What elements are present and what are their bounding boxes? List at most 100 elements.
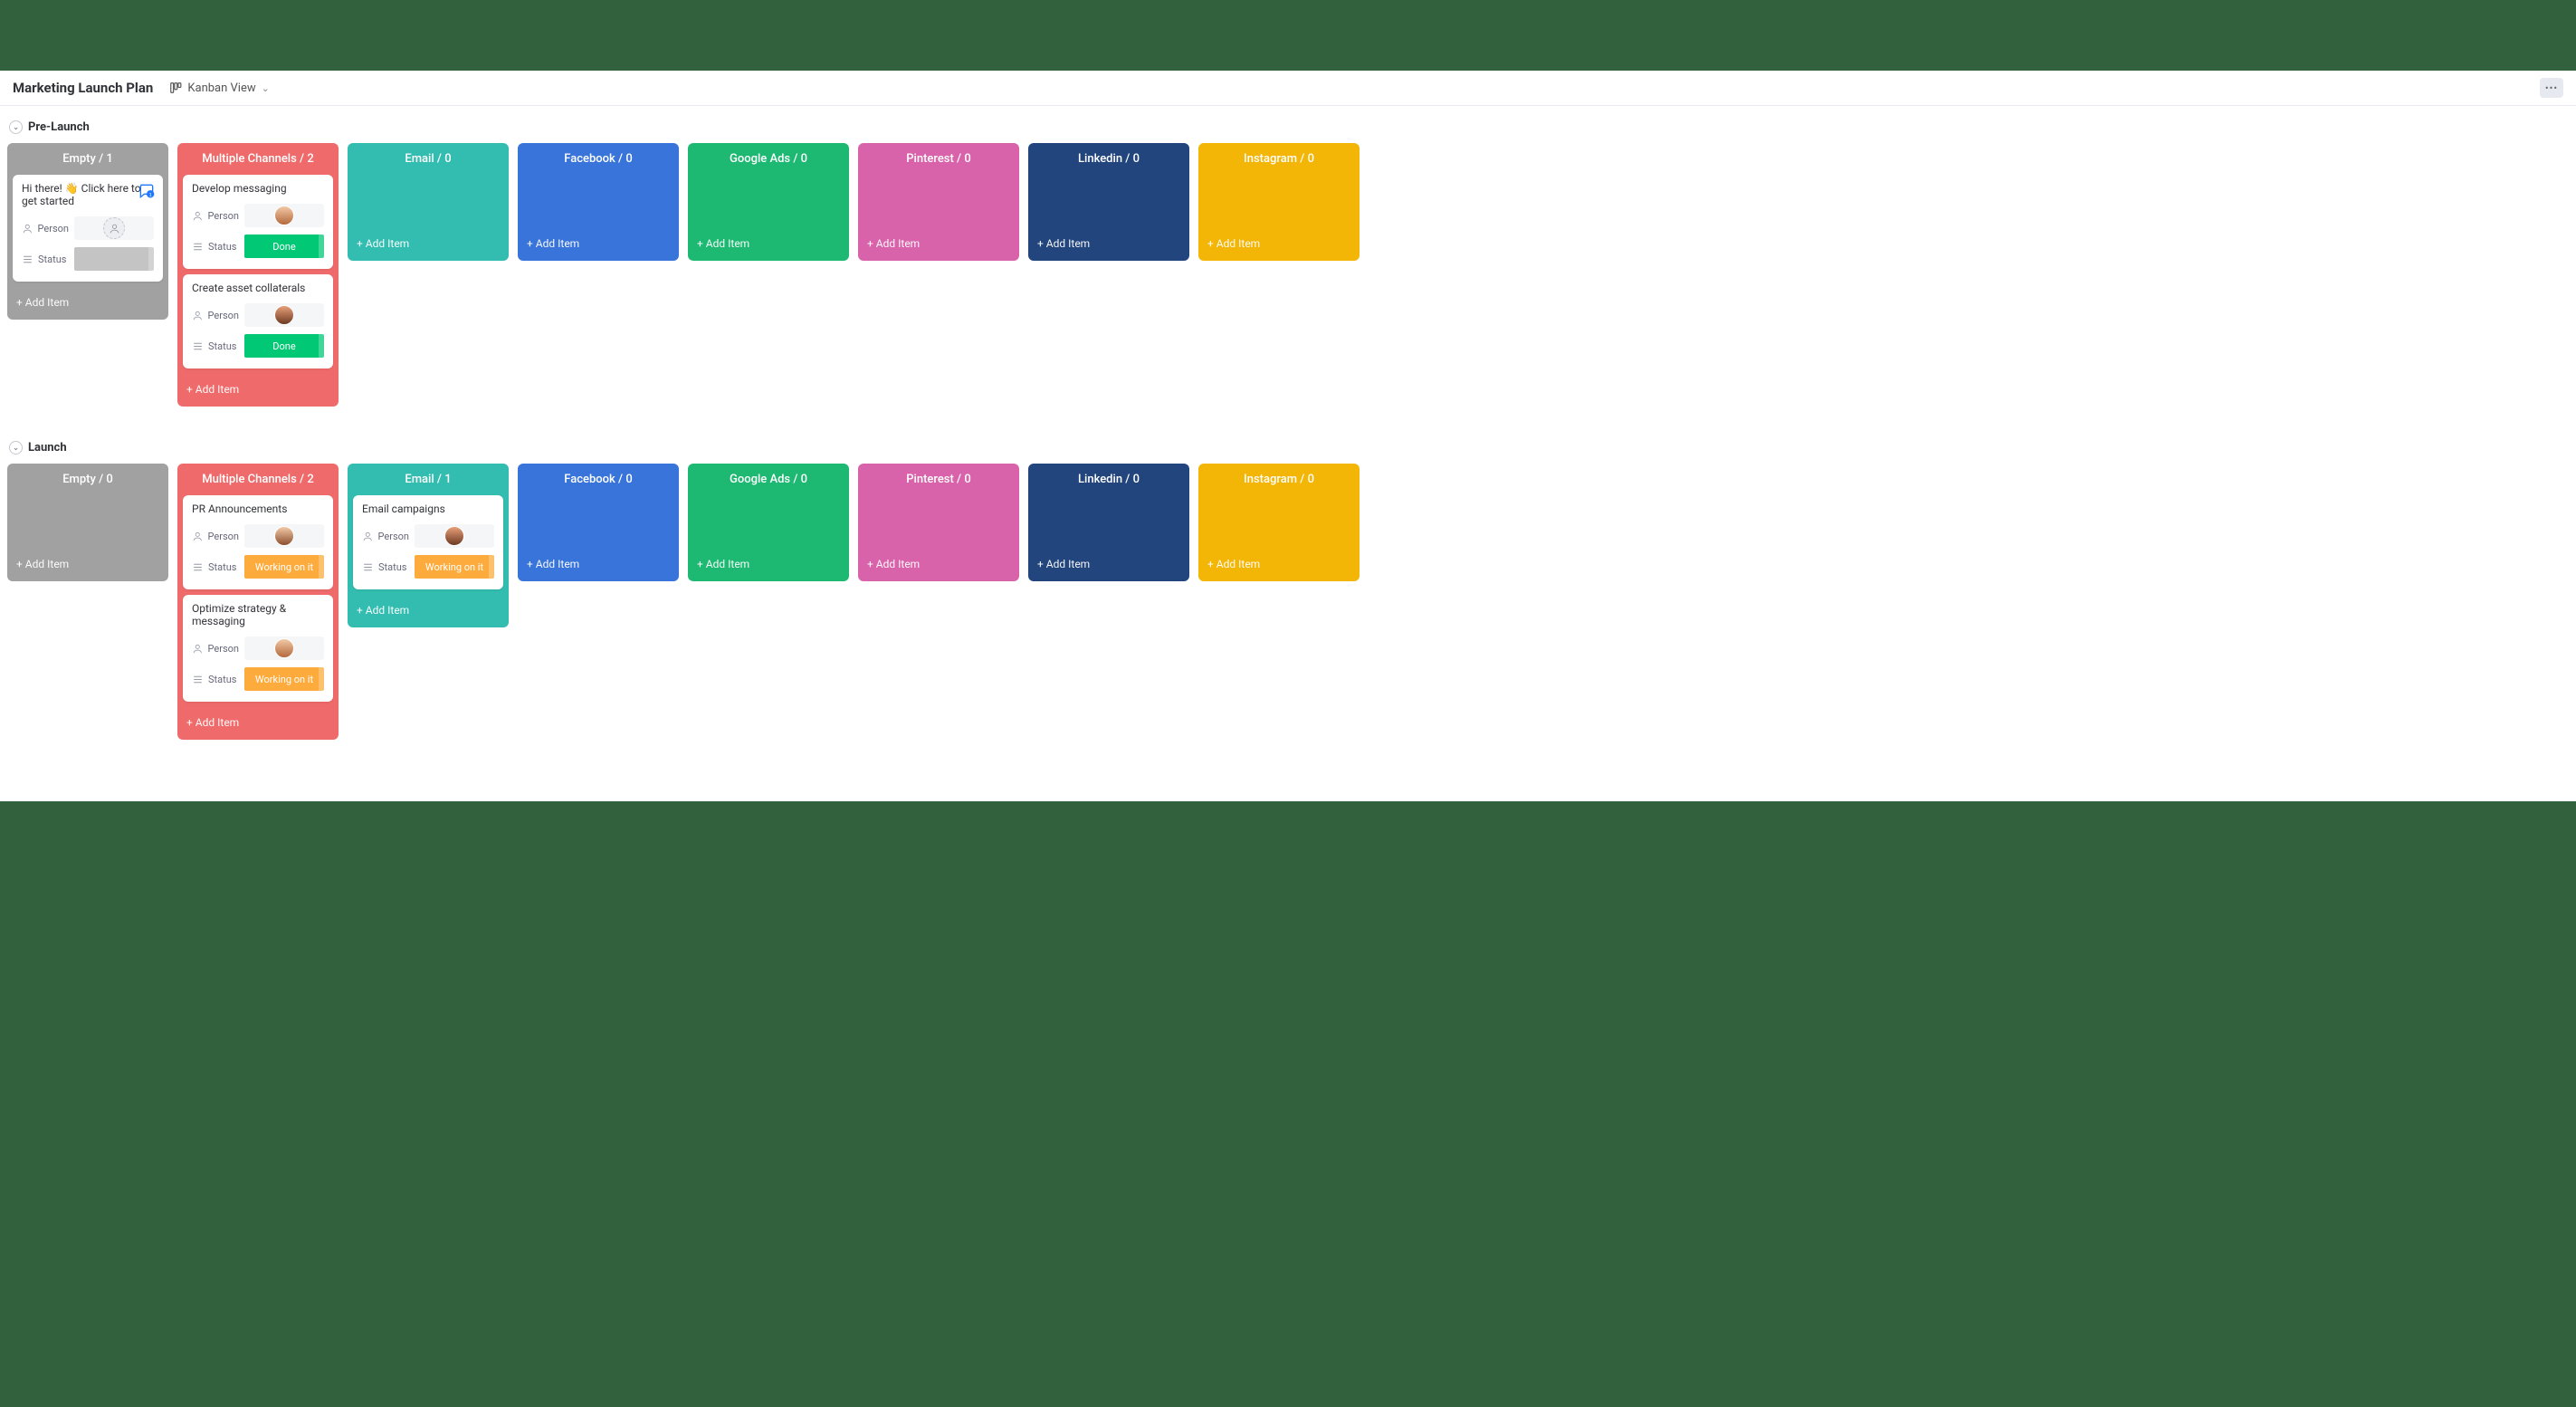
column-body: Hi there! 👋 Click here to get started1Pe… bbox=[7, 175, 168, 287]
column-header[interactable]: Empty / 1 bbox=[7, 143, 168, 175]
card-title: Create asset collaterals bbox=[183, 274, 333, 300]
add-item-button[interactable]: + Add Item bbox=[348, 595, 509, 627]
kanban-card[interactable]: Hi there! 👋 Click here to get started1Pe… bbox=[13, 175, 163, 282]
status-icon bbox=[192, 674, 204, 685]
person-cell[interactable] bbox=[74, 216, 154, 240]
kanban-column-pinterest: Pinterest / 0 + Add Item bbox=[858, 143, 1019, 261]
column-header[interactable]: Multiple Channels / 2 bbox=[177, 143, 339, 175]
board-more-button[interactable]: ••• bbox=[2540, 78, 2563, 98]
add-item-button[interactable]: + Add Item bbox=[348, 228, 509, 261]
column-header[interactable]: Empty / 0 bbox=[7, 464, 168, 495]
column-header[interactable]: Linkedin / 0 bbox=[1028, 143, 1189, 175]
status-cell[interactable]: Working on it bbox=[244, 667, 324, 691]
kanban-column-facebook: Facebook / 0 + Add Item bbox=[518, 464, 679, 581]
status-field-label: Status bbox=[362, 561, 409, 573]
column-header[interactable]: Pinterest / 0 bbox=[858, 464, 1019, 495]
kanban-column-gads: Google Ads / 0 + Add Item bbox=[688, 464, 849, 581]
kanban-card[interactable]: PR AnnouncementsPersonStatusWorking on i… bbox=[183, 495, 333, 589]
status-cell[interactable]: Done bbox=[244, 334, 324, 358]
column-header[interactable]: Facebook / 0 bbox=[518, 464, 679, 495]
card-status-row: StatusDone bbox=[183, 330, 333, 361]
chevron-down-icon: ⌄ bbox=[262, 82, 270, 94]
person-icon bbox=[192, 310, 204, 321]
add-item-button[interactable]: + Add Item bbox=[518, 549, 679, 581]
kanban-card[interactable]: Optimize strategy & messaging Person Statu… bbox=[183, 595, 333, 702]
card-title: PR Announcements bbox=[183, 495, 333, 521]
card-person-row: Person bbox=[13, 213, 163, 244]
add-item-button[interactable]: + Add Item bbox=[688, 549, 849, 581]
person-field-label: Person bbox=[192, 310, 239, 321]
add-item-button[interactable]: + Add Item bbox=[177, 374, 339, 407]
column-body bbox=[518, 175, 679, 228]
avatar bbox=[274, 305, 294, 325]
status-icon bbox=[192, 340, 204, 352]
collapse-icon[interactable]: ⌄ bbox=[9, 120, 23, 134]
chat-icon[interactable]: 1 bbox=[138, 182, 156, 200]
column-body bbox=[858, 175, 1019, 228]
add-item-button[interactable]: + Add Item bbox=[1028, 228, 1189, 261]
card-person-row: Person bbox=[183, 521, 333, 551]
kanban-column-email: Email / 0 + Add Item bbox=[348, 143, 509, 261]
person-field-label: Person bbox=[22, 223, 69, 234]
status-cell[interactable]: Done bbox=[244, 234, 324, 258]
column-header[interactable]: Pinterest / 0 bbox=[858, 143, 1019, 175]
kanban-column-gads: Google Ads / 0 + Add Item bbox=[688, 143, 849, 261]
kanban-card[interactable]: Create asset collaterals Person StatusDone bbox=[183, 274, 333, 368]
column-header[interactable]: Email / 1 bbox=[348, 464, 509, 495]
card-status-row: StatusWorking on it bbox=[183, 551, 333, 582]
column-body bbox=[858, 495, 1019, 549]
add-item-button[interactable]: + Add Item bbox=[1198, 228, 1360, 261]
column-header[interactable]: Facebook / 0 bbox=[518, 143, 679, 175]
kanban-board: ⌄Pre-LaunchEmpty / 1Hi there! 👋 Click he… bbox=[0, 106, 2576, 801]
column-body bbox=[518, 495, 679, 549]
board-header: Marketing Launch Plan Kanban View ⌄ ••• bbox=[0, 71, 2576, 106]
column-header[interactable]: Email / 0 bbox=[348, 143, 509, 175]
person-cell[interactable] bbox=[244, 524, 324, 548]
person-cell[interactable] bbox=[415, 524, 494, 548]
add-item-button[interactable]: + Add Item bbox=[7, 549, 168, 581]
kanban-group: ⌄ Launch Empty / 0 + Add Item Multiple Chann… bbox=[7, 441, 2569, 740]
add-item-button[interactable]: + Add Item bbox=[7, 287, 168, 320]
column-body bbox=[1198, 495, 1360, 549]
kanban-card[interactable]: Email campaignsPersonStatusWorking on it bbox=[353, 495, 503, 589]
add-item-button[interactable]: + Add Item bbox=[688, 228, 849, 261]
person-cell[interactable] bbox=[244, 636, 324, 660]
group-title: Launch bbox=[28, 441, 67, 455]
add-item-button[interactable]: + Add Item bbox=[858, 549, 1019, 581]
kanban-column-empty: Empty / 0 + Add Item bbox=[7, 464, 168, 581]
person-cell[interactable] bbox=[244, 303, 324, 327]
person-cell[interactable] bbox=[244, 204, 324, 227]
view-selector[interactable]: Kanban View ⌄ bbox=[169, 81, 270, 95]
person-field-label: Person bbox=[192, 643, 239, 655]
status-field-label: Status bbox=[192, 674, 239, 685]
collapse-icon[interactable]: ⌄ bbox=[9, 441, 23, 455]
card-title: Optimize strategy & messaging bbox=[183, 595, 333, 633]
column-body bbox=[7, 495, 168, 549]
column-header[interactable]: Instagram / 0 bbox=[1198, 464, 1360, 495]
add-item-button[interactable]: + Add Item bbox=[177, 707, 339, 740]
person-icon bbox=[22, 223, 33, 234]
columns-row: Empty / 1Hi there! 👋 Click here to get s… bbox=[7, 143, 2569, 407]
add-item-button[interactable]: + Add Item bbox=[1028, 549, 1189, 581]
column-header[interactable]: Linkedin / 0 bbox=[1028, 464, 1189, 495]
add-item-button[interactable]: + Add Item bbox=[1198, 549, 1360, 581]
status-field-label: Status bbox=[22, 254, 69, 265]
column-header[interactable]: Google Ads / 0 bbox=[688, 464, 849, 495]
svg-text:1: 1 bbox=[149, 193, 152, 198]
status-icon bbox=[192, 561, 204, 573]
add-item-button[interactable]: + Add Item bbox=[518, 228, 679, 261]
card-status-row: Status Working on it bbox=[183, 664, 333, 694]
kanban-card[interactable]: Develop messagingPersonStatusDone bbox=[183, 175, 333, 269]
status-cell[interactable]: Working on it bbox=[244, 555, 324, 579]
column-header[interactable]: Instagram / 0 bbox=[1198, 143, 1360, 175]
person-icon bbox=[192, 643, 204, 655]
kanban-column-linkedin: Linkedin / 0 + Add Item bbox=[1028, 464, 1189, 581]
card-status-row: Status Working on it bbox=[353, 551, 503, 582]
column-header[interactable]: Multiple Channels / 2 bbox=[177, 464, 339, 495]
status-cell[interactable] bbox=[74, 247, 154, 271]
avatar-placeholder bbox=[103, 217, 125, 239]
column-header[interactable]: Google Ads / 0 bbox=[688, 143, 849, 175]
view-label: Kanban View bbox=[187, 81, 255, 95]
status-cell[interactable]: Working on it bbox=[415, 555, 494, 579]
add-item-button[interactable]: + Add Item bbox=[858, 228, 1019, 261]
